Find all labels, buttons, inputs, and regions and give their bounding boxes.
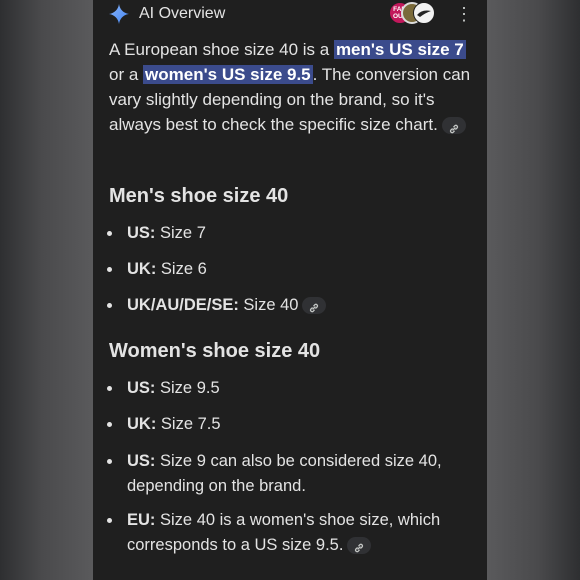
womens-section-heading: Women's shoe size 40 xyxy=(109,340,321,362)
link-icon xyxy=(310,303,319,313)
list-item: US: Size 9 can also be considered size 4… xyxy=(93,449,462,508)
background-right xyxy=(487,0,580,580)
item-label: UK/AU/DE/SE: xyxy=(127,296,239,314)
summary-text: or a xyxy=(109,65,144,84)
list-item: US: Size 7 xyxy=(93,221,487,257)
background-left xyxy=(0,0,93,580)
ai-overview-header: AI Overview xyxy=(109,2,225,26)
item-label: US: xyxy=(127,224,156,242)
item-label: US: xyxy=(127,452,156,470)
avatar[interactable] xyxy=(413,2,435,24)
item-label: UK: xyxy=(127,415,157,433)
item-text: Size 9.5 xyxy=(155,379,220,397)
overview-summary: A European shoe size 40 is a men's US si… xyxy=(109,37,474,137)
highlight-womens-size: women's US size 9.5 xyxy=(143,65,313,84)
mens-size-list: US: Size 7 UK: Size 6 UK/AU/DE/SE: Size … xyxy=(93,221,487,329)
item-label: EU: xyxy=(127,511,156,529)
list-item: UK: Size 6 xyxy=(93,257,487,293)
source-link-button[interactable] xyxy=(441,117,466,135)
list-item: EU: Size 40 is a women's shoe size, whic… xyxy=(93,508,462,560)
item-text: Size 40 xyxy=(238,296,299,314)
summary-text: A European shoe size 40 is a xyxy=(109,40,334,59)
list-item: UK/AU/DE/SE: Size 40 xyxy=(93,293,487,329)
item-text: Size 7.5 xyxy=(156,415,221,433)
link-icon xyxy=(355,543,364,553)
link-icon xyxy=(449,124,458,134)
item-text: Size 7 xyxy=(155,224,206,242)
ai-overview-panel: AI Overview FAM OUS ⋮ A European shoe si… xyxy=(93,0,487,580)
womens-size-list: US: Size 9.5 UK: Size 7.5 US: Size 9 can… xyxy=(93,376,487,560)
highlight-mens-size: men's US size 7 xyxy=(333,40,466,59)
mens-section-heading: Men's shoe size 40 xyxy=(109,185,289,207)
sparkle-icon xyxy=(109,4,129,24)
source-link-button[interactable] xyxy=(347,537,372,555)
item-text: Size 9 can also be considered size 40, d… xyxy=(127,452,442,495)
item-label: US: xyxy=(127,379,156,397)
item-text: Size 6 xyxy=(156,260,207,278)
more-options-icon[interactable]: ⋮ xyxy=(455,2,473,26)
item-label: UK: xyxy=(127,260,157,278)
list-item: US: Size 9.5 xyxy=(93,376,487,412)
item-text: Size 40 is a women's shoe size, which co… xyxy=(127,511,441,554)
page-title: AI Overview xyxy=(139,5,226,22)
source-avatars[interactable]: FAM OUS xyxy=(389,2,435,24)
source-link-button[interactable] xyxy=(302,297,327,315)
list-item: UK: Size 7.5 xyxy=(93,412,487,449)
